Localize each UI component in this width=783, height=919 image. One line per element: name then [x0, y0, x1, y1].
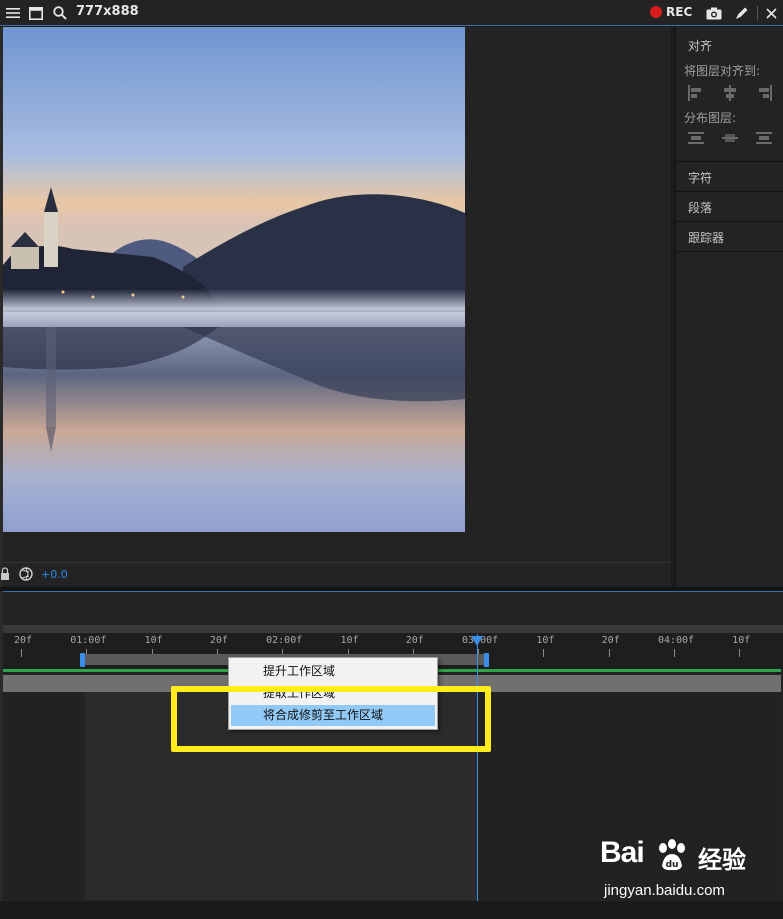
ruler-label: 20f — [13, 635, 33, 646]
ruler-tick — [21, 649, 22, 657]
align-center-icon[interactable] — [722, 85, 738, 101]
record-dot-icon — [650, 6, 662, 18]
ruler-label: 01:00f — [70, 635, 107, 646]
distribute-layers-label: 分布图层: — [684, 111, 737, 125]
ruler-label: 02:00f — [266, 635, 303, 646]
titlebar-divider — [757, 6, 758, 20]
align-left-icon[interactable] — [688, 85, 704, 101]
align-layers-to-label: 将图层对齐到: — [684, 64, 761, 78]
exposure-value[interactable]: +0.0 — [41, 568, 68, 581]
menu-icon[interactable] — [4, 0, 22, 26]
ruler-label: 20f — [405, 635, 424, 646]
close-icon[interactable] — [762, 0, 780, 26]
paw-logo-icon: du — [654, 838, 690, 874]
paragraph-panel-tab[interactable]: 段落 — [676, 192, 783, 222]
pen-icon[interactable] — [732, 0, 752, 26]
exposure-icon[interactable] — [19, 567, 33, 584]
work-area-end-handle[interactable] — [484, 653, 489, 667]
distribute-top-icon[interactable] — [688, 130, 704, 146]
ruler-tick — [608, 649, 610, 657]
ruler-label: 20f — [209, 635, 228, 646]
ruler-label: 10f — [340, 635, 359, 646]
ruler-tick — [543, 649, 545, 657]
lock-icon[interactable] — [1, 567, 9, 584]
tracker-panel-label: 跟踪器 — [688, 231, 725, 245]
paragraph-panel-label: 段落 — [688, 201, 713, 215]
record-button[interactable]: REC — [650, 5, 692, 19]
character-panel-tab[interactable]: 字符 — [676, 162, 783, 192]
watermark-logo-text: Bai — [600, 836, 645, 869]
composition-preview-image — [3, 27, 465, 532]
watermark-url: jingyan.baidu.com — [604, 882, 725, 899]
ruler-label: 04:00f — [657, 635, 695, 646]
tracker-panel-tab[interactable]: 跟踪器 — [676, 222, 783, 252]
record-label: REC — [666, 5, 693, 19]
camera-icon[interactable] — [704, 0, 724, 26]
ruler-label: 10f — [144, 635, 163, 646]
title-bar: 777x888 REC — [0, 0, 783, 26]
baidu-watermark: Bai du 经验 jingyan.baidu.com — [598, 836, 778, 906]
ruler-label: 10f — [732, 635, 751, 646]
window-size-label: 777x888 — [76, 4, 139, 19]
svg-text:du: du — [666, 860, 679, 870]
right-panel: 对齐 将图层对齐到: 分布图层: 字符 段落 跟踪器 — [675, 27, 783, 587]
viewer-footer-bar: +0.0 — [1, 562, 671, 586]
ruler-tick — [739, 649, 741, 657]
distribute-bottom-icon[interactable] — [756, 130, 772, 146]
character-panel-label: 字符 — [688, 171, 713, 185]
app-window: 777x888 REC +0.0 对齐 将图层对齐到: 分布图层: 字符 段落 … — [0, 0, 783, 919]
distribute-center-icon[interactable] — [722, 130, 738, 146]
ruler-label: 10f — [536, 635, 555, 646]
playhead-line[interactable] — [477, 634, 478, 902]
window-icon[interactable] — [27, 0, 45, 26]
work-area-start-handle[interactable] — [80, 653, 85, 667]
align-panel-title[interactable]: 对齐 — [688, 37, 712, 54]
menu-item-lift-work-area[interactable]: 提升工作区域 — [231, 661, 435, 682]
playhead-handle[interactable] — [471, 636, 483, 646]
align-right-icon[interactable] — [756, 85, 772, 101]
ruler-label: 20f — [601, 635, 620, 646]
annotation-highlight-box — [171, 686, 491, 752]
timeline-navigator[interactable] — [3, 625, 783, 633]
search-icon[interactable] — [51, 0, 69, 26]
watermark-logo-suffix: 经验 — [698, 846, 746, 874]
ruler-tick — [674, 649, 675, 657]
